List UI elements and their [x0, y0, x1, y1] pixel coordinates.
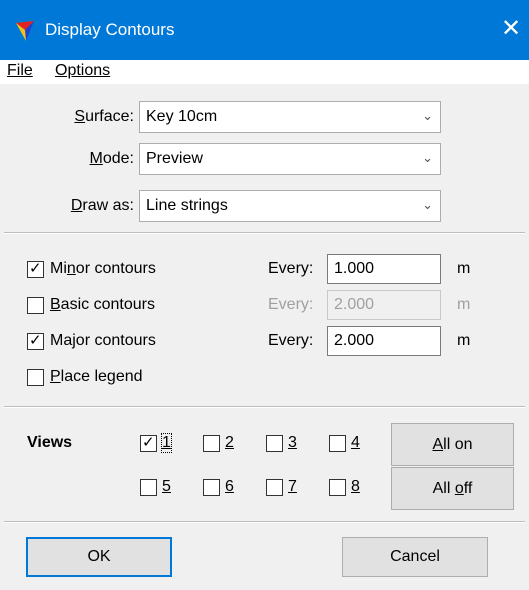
- view-1-checkbox[interactable]: ✓: [140, 434, 157, 452]
- cancel-button[interactable]: Cancel: [342, 537, 488, 577]
- place-legend-checkbox[interactable]: [27, 369, 44, 386]
- surface-value: Key 10cm: [146, 108, 218, 125]
- tin-triangle-icon: [16, 21, 34, 41]
- minor-every-input[interactable]: 1.000: [327, 254, 441, 284]
- major-contours-checkbox[interactable]: ✓: [27, 332, 44, 350]
- mode-dropdown[interactable]: Preview ⌄: [139, 143, 441, 175]
- basic-every-input: 2.000: [327, 290, 441, 320]
- minor-contours-label: Minor contours: [50, 260, 156, 277]
- minor-contours-checkbox[interactable]: ✓: [27, 260, 44, 278]
- draw-as-dropdown[interactable]: Line strings ⌄: [139, 190, 441, 222]
- basic-contours-label: Basic contours: [50, 296, 155, 313]
- place-legend-label: Place legend: [50, 368, 143, 385]
- mode-value: Preview: [146, 150, 203, 167]
- view-6-checkbox[interactable]: [203, 479, 220, 496]
- draw-as-label: Draw as:: [70, 197, 134, 214]
- major-every-input[interactable]: 2.000: [327, 326, 441, 356]
- basic-contours-checkbox[interactable]: [27, 297, 44, 314]
- views-label: Views: [27, 434, 73, 451]
- major-unit: m: [457, 332, 471, 349]
- view-4-label: 4: [351, 434, 360, 451]
- view-2-label: 2: [225, 434, 234, 451]
- check-icon: ✓: [29, 332, 42, 349]
- separator: [4, 406, 525, 408]
- separator: [4, 232, 525, 234]
- all-on-button[interactable]: All on: [391, 423, 514, 466]
- draw-as-value: Line strings: [146, 197, 228, 214]
- chevron-down-icon: ⌄: [422, 108, 433, 123]
- view-6-label: 6: [225, 478, 234, 495]
- check-icon: ✓: [29, 260, 42, 277]
- check-icon: ✓: [142, 434, 155, 451]
- view-4-checkbox[interactable]: [329, 435, 346, 452]
- surface-label: Surface:: [74, 108, 134, 125]
- minor-unit: m: [457, 260, 471, 277]
- view-5-label: 5: [162, 478, 171, 495]
- separator: [4, 521, 525, 523]
- mode-label: Mode:: [89, 150, 134, 167]
- window-title: Display Contours: [45, 20, 175, 39]
- view-8-checkbox[interactable]: [329, 479, 346, 496]
- major-contours-label: Major contours: [50, 332, 156, 349]
- view-7-label: 7: [288, 478, 297, 495]
- view-8-label: 8: [351, 478, 360, 495]
- minor-every-label: Every:: [268, 260, 314, 277]
- view-5-checkbox[interactable]: [140, 479, 157, 496]
- major-every-label: Every:: [268, 332, 314, 349]
- basic-unit: m: [457, 296, 471, 313]
- view-3-label: 3: [288, 434, 297, 451]
- title-bar: Display Contours ✕: [0, 0, 529, 60]
- all-off-button[interactable]: All off: [391, 467, 514, 510]
- menu-options[interactable]: Options: [55, 62, 110, 80]
- close-icon[interactable]: ✕: [498, 14, 524, 44]
- ok-button[interactable]: OK: [26, 537, 172, 577]
- view-7-checkbox[interactable]: [266, 479, 283, 496]
- basic-every-label: Every:: [268, 296, 314, 313]
- view-1-label: 1: [161, 433, 172, 453]
- view-2-checkbox[interactable]: [203, 435, 220, 452]
- view-3-checkbox[interactable]: [266, 435, 283, 452]
- menu-file[interactable]: File: [7, 62, 33, 80]
- menu-bar: File Options: [0, 60, 529, 84]
- chevron-down-icon: ⌄: [422, 197, 433, 212]
- surface-dropdown[interactable]: Key 10cm ⌄: [139, 101, 441, 133]
- chevron-down-icon: ⌄: [422, 150, 433, 165]
